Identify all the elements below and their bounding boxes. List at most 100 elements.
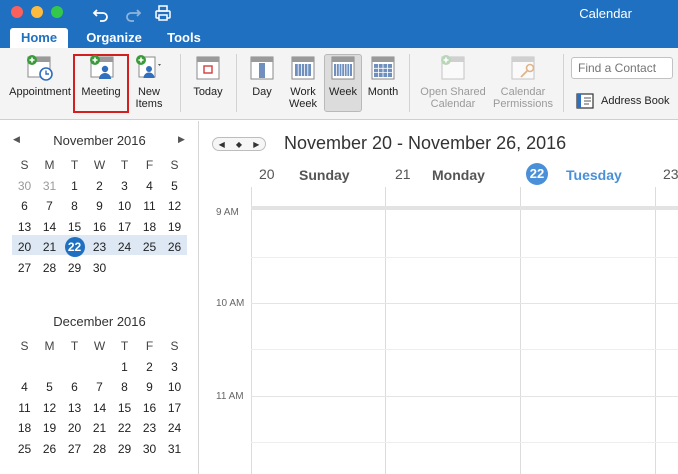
go-to-today-diamond-icon[interactable]: ◆ (236, 140, 242, 149)
calendar-day[interactable]: 8 (112, 377, 137, 398)
calendar-day[interactable]: 16 (87, 217, 112, 238)
calendar-day[interactable]: 10 (112, 196, 137, 217)
calendar-day[interactable]: 7 (87, 377, 112, 398)
calendar-day[interactable]: 1 (112, 357, 137, 378)
next-week-arrow-icon[interactable]: ▶ (253, 140, 259, 149)
calendar-day[interactable]: 27 (62, 439, 87, 460)
tab-tools[interactable]: Tools (164, 28, 204, 48)
calendar-day[interactable]: 2 (137, 357, 162, 378)
calendar-day[interactable]: 23 (137, 418, 162, 439)
calendar-day[interactable]: 15 (112, 398, 137, 419)
calendar-day[interactable]: 24 (112, 237, 137, 258)
day-name[interactable]: Monday (432, 167, 485, 183)
ribbon-separator (563, 54, 564, 112)
address-book-button[interactable]: Address Book (576, 93, 669, 109)
calendar-day[interactable]: 5 (37, 377, 62, 398)
week-label: Week (329, 86, 357, 98)
calendar-day[interactable]: 9 (87, 196, 112, 217)
week-view-button[interactable]: Week (324, 54, 362, 98)
calendar-day[interactable]: 31 (162, 439, 187, 460)
find-contact-input[interactable] (571, 57, 673, 79)
calendar-day[interactable]: 13 (12, 217, 37, 238)
calendar-day[interactable]: 11 (137, 196, 162, 217)
redo-icon[interactable] (124, 4, 142, 22)
calendar-day[interactable]: 16 (137, 398, 162, 419)
undo-icon[interactable] (92, 4, 110, 22)
calendar-day[interactable]: 9 (137, 377, 162, 398)
calendar-day[interactable]: 4 (137, 176, 162, 197)
calendar-day[interactable]: 10 (162, 377, 187, 398)
calendar-day[interactable]: 12 (37, 398, 62, 419)
meeting-button[interactable]: Meeting (75, 54, 127, 98)
calendar-day[interactable]: 31 (37, 176, 62, 197)
next-month-arrow-icon[interactable]: ▶ (178, 134, 185, 145)
calendar-day-empty (162, 258, 187, 279)
new-items-label-line1: New (137, 86, 160, 98)
calendar-day[interactable]: 30 (12, 176, 37, 197)
calendar-day[interactable]: 20 (62, 418, 87, 439)
tab-home[interactable]: Home (10, 28, 68, 48)
minimize-window-button[interactable] (31, 6, 43, 18)
calendar-day[interactable]: 17 (162, 398, 187, 419)
calendar-day[interactable]: 29 (62, 258, 87, 279)
calendar-day[interactable]: 19 (37, 418, 62, 439)
work-week-view-button[interactable]: Work Week (284, 54, 322, 110)
calendar-day[interactable]: 25 (137, 237, 162, 258)
today-button[interactable]: Today (187, 54, 229, 98)
month-view-button[interactable]: Month (364, 54, 402, 98)
calendar-day[interactable]: 18 (12, 418, 37, 439)
previous-week-arrow-icon[interactable]: ◀ (219, 140, 225, 149)
calendar-day[interactable]: 17 (112, 217, 137, 238)
calendar-day[interactable]: 24 (162, 418, 187, 439)
hour-line (251, 303, 678, 304)
day-name[interactable]: Sunday (299, 167, 350, 183)
calendar-day[interactable]: 13 (62, 398, 87, 419)
print-icon[interactable] (154, 4, 172, 22)
new-items-button[interactable]: New Items (128, 54, 170, 110)
calendar-day[interactable]: 11 (12, 398, 37, 419)
day-view-button[interactable]: Day (245, 54, 279, 98)
calendar-day[interactable]: 7 (37, 196, 62, 217)
calendar-day[interactable]: 1 (62, 176, 87, 197)
calendar-day[interactable]: 28 (37, 258, 62, 279)
calendar-day[interactable]: 6 (62, 377, 87, 398)
calendar-day-today[interactable]: 22 (62, 237, 87, 258)
calendar-day[interactable]: 4 (12, 377, 37, 398)
calendar-day[interactable]: 8 (62, 196, 87, 217)
calendar-day[interactable]: 20 (12, 237, 37, 258)
month-label: Month (367, 86, 399, 98)
calendar-day[interactable]: 5 (162, 176, 187, 197)
calendar-day[interactable]: 15 (62, 217, 87, 238)
calendar-day[interactable]: 26 (162, 237, 187, 258)
calendar-day[interactable]: 27 (12, 258, 37, 279)
calendar-day[interactable]: 21 (37, 237, 62, 258)
calendar-day[interactable]: 18 (137, 217, 162, 238)
calendar-day[interactable]: 19 (162, 217, 187, 238)
tab-organize[interactable]: Organize (84, 28, 144, 48)
calendar-day[interactable]: 30 (87, 258, 112, 279)
calendar-day[interactable]: 21 (87, 418, 112, 439)
calendar-permissions-button[interactable]: Calendar Permissions (490, 54, 556, 110)
calendar-day[interactable]: 3 (112, 176, 137, 197)
calendar-day[interactable]: 14 (37, 217, 62, 238)
calendar-day[interactable]: 28 (87, 439, 112, 460)
calendar-day[interactable]: 2 (87, 176, 112, 197)
calendar-day[interactable]: 30 (137, 439, 162, 460)
today-marker: 22 (64, 237, 85, 257)
open-shared-calendar-button[interactable]: Open Shared Calendar (416, 54, 490, 110)
day-label: Day (252, 86, 272, 98)
maximize-window-button[interactable] (51, 6, 63, 18)
calendar-day[interactable]: 22 (112, 418, 137, 439)
calendar-day[interactable]: 23 (87, 237, 112, 258)
calendar-day[interactable]: 29 (112, 439, 137, 460)
week-view-icon (331, 56, 355, 80)
calendar-day[interactable]: 26 (37, 439, 62, 460)
appointment-button[interactable]: Appointment (6, 54, 74, 98)
calendar-day[interactable]: 12 (162, 196, 187, 217)
calendar-day[interactable]: 3 (162, 357, 187, 378)
calendar-day[interactable]: 6 (12, 196, 37, 217)
calendar-day[interactable]: 14 (87, 398, 112, 419)
calendar-day[interactable]: 25 (12, 439, 37, 460)
today-day-name[interactable]: Tuesday (566, 167, 622, 183)
close-window-button[interactable] (11, 6, 23, 18)
